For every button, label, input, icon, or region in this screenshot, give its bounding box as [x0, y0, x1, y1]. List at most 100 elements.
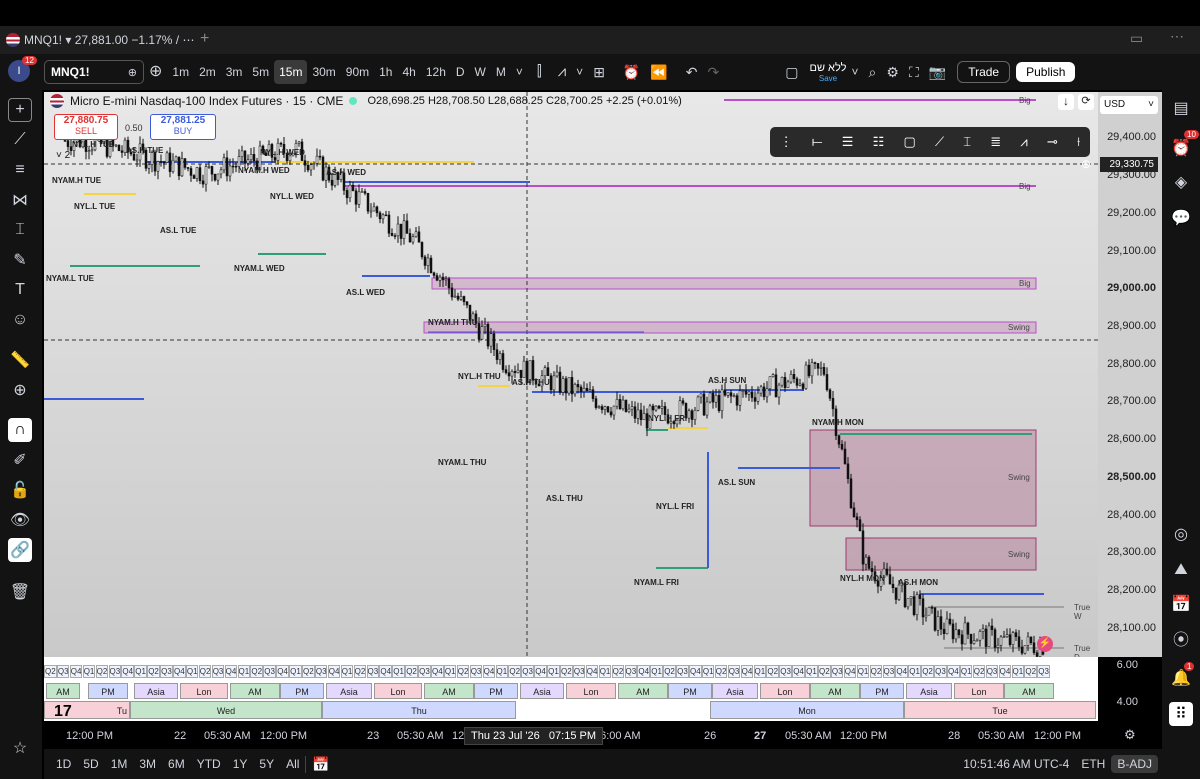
range-6m[interactable]: 6M	[162, 757, 191, 771]
trendline-icon[interactable]: ⟋	[8, 128, 32, 152]
camera-icon[interactable]: 📷	[924, 60, 951, 84]
interval-d[interactable]: D	[451, 60, 470, 84]
chevron-down-icon[interactable]: ˅	[511, 60, 528, 84]
interval-m[interactable]: M	[491, 60, 511, 84]
path-icon[interactable]: ⩘	[1020, 134, 1027, 150]
interval-4h[interactable]: 4h	[397, 60, 420, 84]
templates-icon[interactable]: ⊞	[588, 60, 610, 84]
price-axis[interactable]: USD ˅ 29,400.00 29,300.00 29,200.00 29,10…	[1098, 92, 1162, 657]
layers-icon[interactable]: ◈	[1169, 170, 1193, 194]
crosshair-icon[interactable]: +	[8, 98, 32, 122]
adjustment-toggle[interactable]: B-ADJ	[1111, 755, 1158, 773]
candles-icon[interactable]: ⫿	[532, 60, 547, 84]
chevron-down-icon[interactable]: ˅	[571, 60, 588, 84]
range-1d[interactable]: 1D	[50, 757, 77, 771]
indicators-icon[interactable]: ⩘	[553, 60, 571, 84]
range-ytd[interactable]: YTD	[191, 757, 227, 771]
link-icon[interactable]: 🔗	[8, 538, 32, 562]
vline-icon[interactable]: ⟊	[1077, 134, 1080, 150]
avatar[interactable]: I 12	[8, 56, 38, 84]
interval-2m[interactable]: 2m	[194, 60, 221, 84]
layout-icon[interactable]: ▭	[1130, 30, 1143, 47]
chevron-down-icon[interactable]: ˅	[847, 60, 864, 84]
projection-icon[interactable]: ⌶	[8, 218, 32, 242]
layout-name[interactable]: ללא שם Save	[810, 62, 847, 83]
indicator-axis[interactable]: 6.00 4.00	[1098, 657, 1162, 721]
lock-icon[interactable]: 🔓	[8, 478, 32, 502]
settings-icon[interactable]: ⚙	[881, 60, 904, 84]
measure-icon[interactable]: ⊸	[1047, 134, 1058, 150]
redo-icon[interactable]: ↷	[703, 60, 725, 84]
interval-1m[interactable]: 1m	[167, 60, 194, 84]
chart-tab[interactable]: MNQ1! ▾ 27,881.00 −1.17% / ⋯	[6, 29, 194, 51]
ideas-icon[interactable]: ⛰	[1169, 558, 1193, 582]
apps-icon[interactable]: ⠿	[1169, 702, 1193, 726]
range-3m[interactable]: 3M	[133, 757, 162, 771]
emoji-icon[interactable]: ☺	[8, 308, 32, 332]
ruler-icon[interactable]: 📏	[8, 348, 32, 372]
buy-button[interactable]: 27,881.25 BUY	[150, 114, 216, 140]
range-1m[interactable]: 1M	[105, 757, 134, 771]
interval-w[interactable]: W	[470, 60, 491, 84]
scroll-down-icon[interactable]: ↓	[1058, 94, 1074, 110]
sessions-indicator-pane[interactable]: Q2 Q3 Q4 Q1 Q2 Q3 Q4 Q1 Q2 Q3 Q4 Q1 Q2 Q3 Q4 Q1 Q2 Q3 Q4 Q1…	[44, 657, 1098, 721]
date-range-icon[interactable]: 📅	[305, 755, 335, 773]
fullscreen-box-icon[interactable]: ▢	[780, 60, 803, 84]
range-5y[interactable]: 5Y	[253, 757, 280, 771]
trade-button[interactable]: Trade	[957, 61, 1011, 83]
alert-icon[interactable]: ⏰	[618, 60, 645, 84]
alert-marker-icon[interactable]: ⚡	[1037, 636, 1053, 652]
currency-select[interactable]: USD ˅	[1100, 96, 1158, 114]
star-icon[interactable]: ☆	[8, 736, 32, 760]
rectangle-icon[interactable]: ▢	[903, 134, 915, 150]
interval-3m[interactable]: 3m	[221, 60, 248, 84]
text-icon[interactable]: T	[8, 278, 32, 302]
compare-icon[interactable]: ⊕	[128, 66, 137, 79]
clock-text[interactable]: 10:51:46 AM UTC-4	[957, 757, 1075, 771]
eye-icon[interactable]: 👁	[8, 508, 32, 532]
interval-30m[interactable]: 30m	[307, 60, 340, 84]
publish-button[interactable]: Publish	[1016, 62, 1076, 82]
magnet-icon[interactable]: ∩	[8, 418, 32, 442]
session-toggle[interactable]: ETH	[1075, 757, 1111, 771]
lock-draw-icon[interactable]: ✐	[8, 448, 32, 472]
range-5d[interactable]: 5D	[77, 757, 104, 771]
chat-icon[interactable]: 💬	[1169, 206, 1193, 230]
auto-scale-icon[interactable]: ⟳	[1078, 94, 1094, 110]
symbol-search[interactable]: MNQ1! ⊕	[44, 60, 144, 84]
interval-5m[interactable]: 5m	[247, 60, 274, 84]
interval-90m[interactable]: 90m	[341, 60, 374, 84]
drag-handle-icon[interactable]: ⋮	[780, 134, 793, 150]
calendar-icon[interactable]: 📅	[1169, 592, 1193, 616]
add-symbol-icon[interactable]: ⊕	[144, 60, 167, 84]
more-icon[interactable]: ⋯	[1170, 28, 1184, 45]
fib-icon[interactable]: ≣	[990, 134, 1001, 150]
watchlist-icon[interactable]: ▤	[1169, 96, 1193, 120]
time-axis[interactable]: 12:00 PM 22 05:30 AM 12:00 PM 23 05:30 A…	[44, 721, 1162, 749]
quick-search-icon[interactable]: ⌕	[864, 60, 882, 84]
alerts-icon[interactable]: ⏰	[1169, 136, 1193, 160]
sell-button[interactable]: 27,880.75 SELL	[54, 114, 118, 140]
brush-icon[interactable]: ✎	[8, 248, 32, 272]
legend-title[interactable]: Micro E-mini Nasdaq-100 Index Futures · …	[70, 94, 343, 108]
range-all[interactable]: All	[280, 757, 305, 771]
hray-icon[interactable]: ☰	[842, 134, 854, 150]
collapse-indicators[interactable]: ˅ 2	[56, 150, 70, 161]
interval-12h[interactable]: 12h	[421, 60, 451, 84]
target-icon[interactable]: ◎	[1169, 522, 1193, 546]
feed-icon[interactable]: ⦿	[1169, 626, 1193, 650]
interval-1h[interactable]: 1h	[374, 60, 397, 84]
range-1y[interactable]: 1Y	[227, 757, 254, 771]
interval-15m[interactable]: 15m	[274, 60, 308, 84]
new-tab-icon[interactable]: +	[200, 30, 209, 48]
undo-icon[interactable]: ↶	[681, 60, 703, 84]
price-chart[interactable]: Micro E-mini Nasdaq-100 Index Futures · …	[44, 92, 1098, 657]
line-icon[interactable]: ⟋	[935, 134, 944, 150]
time-axis-settings-icon[interactable]: ⚙	[1124, 727, 1136, 743]
fib-icon[interactable]: ≡	[8, 158, 32, 182]
parallel-icon[interactable]: ☷	[873, 134, 885, 150]
text-cursor-icon[interactable]: ⌶	[963, 134, 971, 150]
fullscreen-icon[interactable]: ⛶	[904, 60, 924, 84]
hline-icon[interactable]: ⟝	[812, 134, 823, 150]
pattern-icon[interactable]: ⋈	[8, 188, 32, 212]
